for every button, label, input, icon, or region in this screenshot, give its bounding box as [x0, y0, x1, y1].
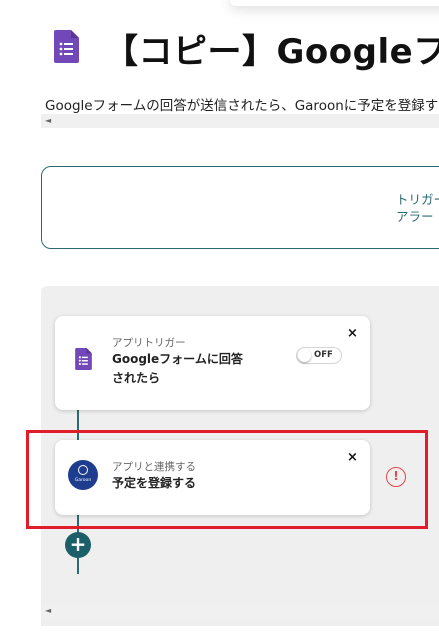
close-icon[interactable]: × — [347, 327, 358, 340]
scroll-left-icon[interactable]: ◄ — [45, 116, 51, 126]
top-panel-edge — [230, 0, 439, 6]
page-description: Googleフォームの回答が送信されたら、Garoonに予定を登録する — [45, 98, 439, 114]
toggle-knob — [298, 349, 311, 362]
toggle-label: OFF — [314, 350, 333, 360]
info-line-2: アラー — [396, 209, 434, 224]
google-forms-icon — [75, 348, 92, 370]
highlight-box — [26, 430, 428, 529]
info-text: トリガー アラー — [396, 191, 439, 225]
warning-icon[interactable]: ! — [386, 467, 406, 487]
step-title: Googleフォームに回答 されたら — [112, 350, 243, 388]
trigger-toggle[interactable]: OFF — [296, 347, 342, 364]
step-type-label: アプリトリガー — [112, 337, 186, 349]
step-title-line-1: Googleフォームに回答 — [112, 352, 243, 366]
scroll-left-icon[interactable]: ◄ — [45, 606, 51, 616]
app-page: 【コピー】Googleフォームの回答が送信されたら、Garoonに予定を登録する… — [0, 0, 439, 637]
google-forms-icon — [54, 30, 79, 63]
step-title-line-2: されたら — [112, 371, 161, 385]
trigger-step-card[interactable]: アプリトリガー Googleフォームに回答 されたら OFF × — [55, 316, 370, 410]
flow-scrollbar[interactable]: ◄ — [41, 604, 439, 618]
description-scrollbar[interactable]: ◄ — [41, 114, 439, 128]
info-line-1: トリガー — [396, 192, 439, 207]
info-box: トリガー アラー — [41, 166, 439, 249]
add-step-button[interactable]: + — [65, 532, 91, 558]
page-title: 【コピー】Googleフォームの回答が送信されたら、Garoonに予定を登録する — [104, 32, 439, 72]
